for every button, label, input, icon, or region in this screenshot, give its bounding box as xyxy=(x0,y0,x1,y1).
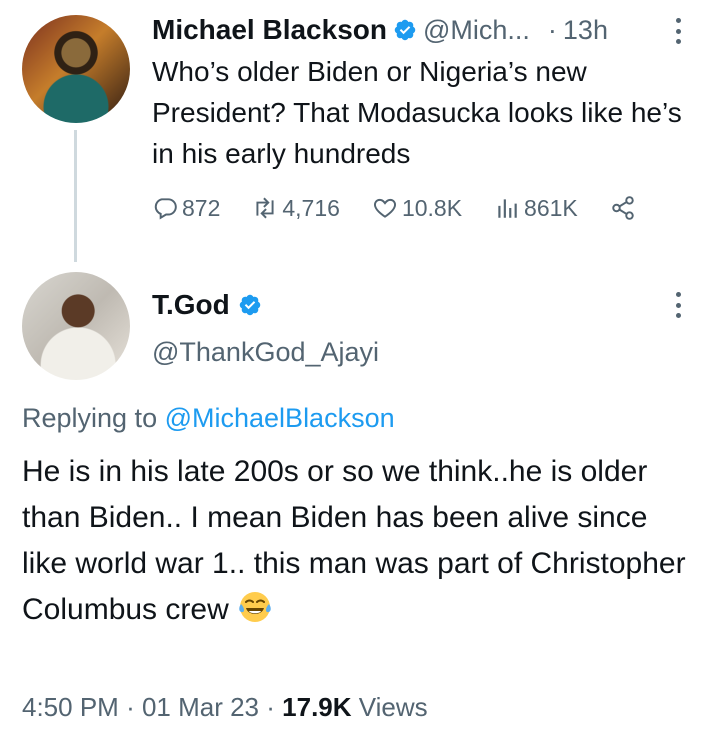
avatar-tgod[interactable] xyxy=(22,272,130,380)
thread-connector-line xyxy=(74,130,77,262)
verified-badge-icon xyxy=(239,294,261,316)
views-total: 17.9K xyxy=(282,692,352,722)
views-count: 861K xyxy=(524,194,578,221)
retweet-icon xyxy=(256,197,274,219)
reply-author-name[interactable]: T.God xyxy=(152,288,230,322)
like-count: 10.8K xyxy=(401,194,463,221)
views-icon xyxy=(498,199,517,218)
reply-text-block: He is in his late 200s or so we think..h… xyxy=(22,449,692,633)
reply-text: He is in his late 200s or so we think..h… xyxy=(22,455,686,626)
like-icon xyxy=(373,198,396,218)
reply-header: T.God xyxy=(152,288,262,322)
more-icon[interactable] xyxy=(676,292,682,318)
verified-badge-icon xyxy=(394,19,416,41)
replying-to-label: Replying to xyxy=(22,403,158,433)
tweet-actions: 872 4,716 10.8K 861K xyxy=(152,191,672,225)
views-label: Views xyxy=(358,692,428,722)
reply-author-handle[interactable]: @ThankGod_Ajayi xyxy=(152,337,379,368)
reply-time[interactable]: 4:50 PM xyxy=(22,692,119,722)
meta-separator: · xyxy=(266,692,283,722)
avatar-michael-blackson[interactable] xyxy=(22,15,130,123)
author-name[interactable]: Michael Blackson xyxy=(152,13,387,47)
views-button[interactable]: 861K xyxy=(494,195,578,222)
face-with-tears-of-joy-icon xyxy=(239,592,271,622)
tweet-header: Michael Blackson @Mich... · 13h xyxy=(152,12,672,48)
reply-icon xyxy=(154,198,177,220)
author-handle[interactable]: @Mich... xyxy=(423,15,530,46)
reply-date[interactable]: 01 Mar 23 xyxy=(142,692,259,722)
tweet-time[interactable]: 13h xyxy=(563,15,608,46)
retweet-count: 4,716 xyxy=(282,194,340,221)
separator-dot: · xyxy=(547,14,557,45)
share-icon xyxy=(612,196,634,220)
replying-to-line: Replying to @MichaelBlackson xyxy=(22,403,395,434)
meta-separator: · xyxy=(126,692,142,722)
tweet-text: Who’s older Biden or Nigeria’s new Presi… xyxy=(152,56,682,169)
reply-button[interactable]: 872 xyxy=(152,195,220,222)
like-button[interactable]: 10.8K xyxy=(372,195,462,222)
retweet-button[interactable]: 4,716 xyxy=(252,195,340,222)
more-icon[interactable] xyxy=(676,18,682,44)
reply-count: 872 xyxy=(182,194,221,221)
share-button[interactable] xyxy=(610,195,636,221)
replying-to-handle-link[interactable]: @MichaelBlackson xyxy=(165,403,395,433)
tweet-meta: 4:50 PM · 01 Mar 23 · 17.9K Views xyxy=(22,692,428,723)
